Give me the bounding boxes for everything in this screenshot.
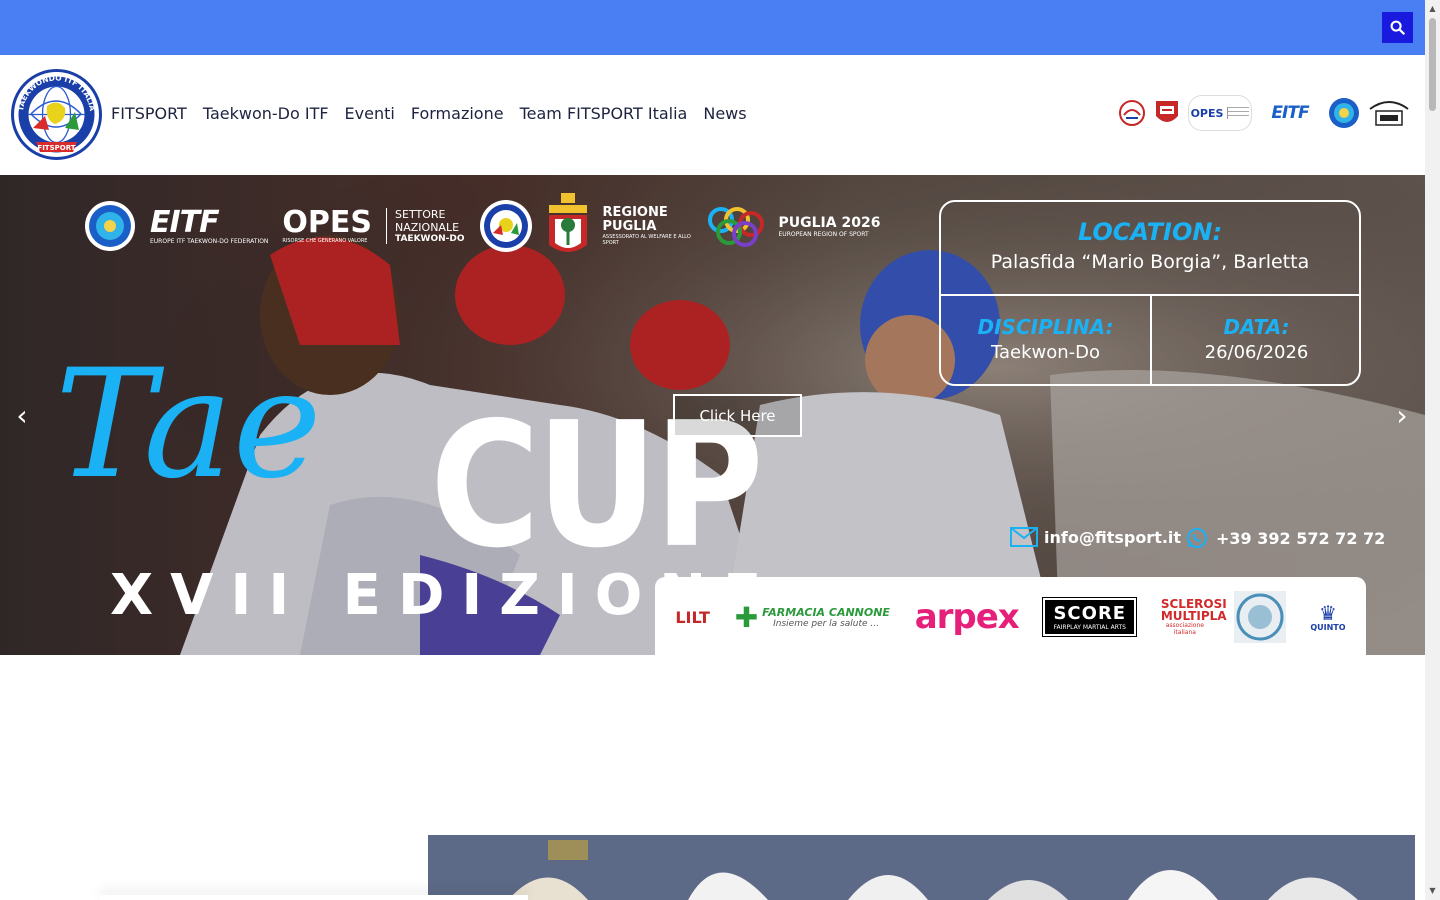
fitsport-small-logo bbox=[479, 200, 532, 252]
nav-item-formazione[interactable]: Formazione bbox=[411, 104, 504, 123]
sponsor-score-sub: FAIRPLAY MARTIAL ARTS bbox=[1053, 624, 1126, 631]
sponsor-score-label: SCORE bbox=[1053, 603, 1127, 624]
sponsor-quinto: ♛ QUINTO bbox=[1310, 603, 1345, 632]
sponsor-sclerosi-sub: associazione italiana bbox=[1165, 622, 1204, 636]
opes-logo: OPES RISORSE CHE GENERANO VALORE bbox=[282, 205, 373, 245]
sponsor-farmacia-label: FARMACIA CANNONE bbox=[762, 605, 890, 619]
chef-hat-icon: ♛ bbox=[1318, 600, 1337, 625]
partner-logo-opes[interactable]: OPES bbox=[1188, 95, 1252, 131]
opes-lines-icon bbox=[1227, 107, 1250, 119]
sponsor-quinto-label: QUINTO bbox=[1310, 622, 1346, 632]
settore-nazionale-logo: SETTORE NAZIONALE TAEKWON-DO bbox=[386, 208, 465, 244]
puglia-label: PUGLIA bbox=[602, 219, 657, 234]
carousel-prev-button[interactable]: ‹ bbox=[10, 397, 34, 433]
nazionale-label: NAZIONALE bbox=[395, 221, 460, 234]
sponsor-strip: LILT ✚ FARMACIA CANNONE Insieme per la s… bbox=[655, 577, 1366, 655]
carousel-next-button[interactable]: › bbox=[1390, 397, 1414, 433]
page: FITSPORT TAEKWONDO ITF ITALIA FITSPORT T… bbox=[0, 0, 1440, 900]
svg-text:FITSPORT: FITSPORT bbox=[37, 144, 75, 152]
info-divider-vertical bbox=[1150, 294, 1152, 386]
opes-label: OPES bbox=[282, 205, 373, 240]
sponsor-arpex-label: arpex bbox=[914, 597, 1020, 637]
partner-logo-itf[interactable] bbox=[1328, 95, 1360, 131]
eitf-label: EITF bbox=[150, 204, 220, 240]
regione-label: REGIONE bbox=[602, 204, 668, 220]
puglia-2026-logo: PUGLIA 2026 EUROPEAN REGION OF SPORT bbox=[779, 215, 881, 238]
eitf-text: EITF bbox=[1271, 103, 1309, 123]
content-card bbox=[100, 895, 528, 900]
sponsor-farmacia-cannone: ✚ FARMACIA CANNONE Insieme per la salute… bbox=[735, 601, 890, 634]
scroll-up-arrow-icon[interactable]: ▲ bbox=[1428, 4, 1437, 13]
sponsor-arpex: arpex bbox=[914, 597, 1020, 637]
nav-item-eventi[interactable]: Eventi bbox=[345, 104, 395, 123]
puglia-2026-rings-icon bbox=[707, 207, 764, 247]
partner-logo-eitf[interactable]: EITF bbox=[1260, 95, 1320, 131]
data-value: 26/06/2026 bbox=[1204, 342, 1309, 363]
hero-title-tae: Tae bbox=[55, 338, 322, 512]
search-button[interactable] bbox=[1382, 12, 1413, 43]
nav-item-news[interactable]: News bbox=[703, 104, 746, 123]
sponsor-farmacia-sub: Insieme per la salute ... bbox=[773, 618, 879, 629]
opes-text: OPES bbox=[1190, 106, 1224, 120]
eitf-sub-label: EUROPE ITF TAEKWON-DO FEDERATION bbox=[150, 237, 269, 245]
sponsor-round-badge-icon bbox=[1233, 591, 1286, 643]
nav-item-fitsport[interactable]: FITSPORT bbox=[111, 104, 187, 123]
main-nav: FITSPORT Taekwon-Do ITF Eventi Formazion… bbox=[111, 104, 763, 123]
section-photo bbox=[428, 835, 1415, 900]
sponsor-sclerosi-multipla: SCLEROSI MULTIPLA associazione italiana bbox=[1160, 597, 1227, 636]
settore-label: SETTORE bbox=[395, 208, 446, 221]
taekwondo-label: TAEKWON-DO bbox=[395, 234, 465, 244]
location-heading: LOCATION: bbox=[1077, 218, 1223, 246]
partner-logo-2[interactable] bbox=[1154, 95, 1180, 131]
opes-sub-label: RISORSE CHE GENERANO VALORE bbox=[282, 238, 368, 244]
whatsapp-icon bbox=[1187, 528, 1207, 548]
top-bar bbox=[0, 0, 1425, 55]
pharmacy-cross-icon: ✚ bbox=[734, 600, 759, 634]
nav-item-taekwon-do-itf[interactable]: Taekwon-Do ITF bbox=[203, 104, 329, 123]
search-icon bbox=[1390, 20, 1405, 35]
regione-puglia-crest-icon bbox=[548, 193, 587, 252]
puglia2026-sub-label: EUROPEAN REGION OF SPORT bbox=[778, 230, 869, 238]
partner-logos: OPES EITF bbox=[1118, 95, 1410, 131]
partner-logo-1[interactable] bbox=[1118, 95, 1146, 131]
organizer-logos: EITF EUROPE ITF TAEKWON-DO FEDERATION OP… bbox=[84, 193, 880, 259]
location-value: Palasfida “Mario Borgia”, Barletta bbox=[990, 251, 1310, 273]
nav-item-team-fitsport-italia[interactable]: Team FITSPORT Italia bbox=[520, 104, 688, 123]
itf-globe-logo bbox=[85, 201, 135, 251]
mail-icon bbox=[1010, 527, 1038, 547]
puglia2026-label: PUGLIA 2026 bbox=[778, 214, 881, 231]
event-info-box: LOCATION: Palasfida “Mario Borgia”, Barl… bbox=[939, 200, 1361, 386]
sponsor-lilt: LILT bbox=[675, 608, 710, 627]
page-scrollbar[interactable]: ▲ ▼ bbox=[1425, 0, 1440, 900]
site-header: FITSPORT TAEKWONDO ITF ITALIA FITSPORT T… bbox=[0, 55, 1425, 175]
partner-logo-federation[interactable] bbox=[1368, 95, 1410, 131]
scroll-down-arrow-icon[interactable]: ▼ bbox=[1428, 886, 1437, 895]
site-logo[interactable]: FITSPORT TAEKWONDO ITF ITALIA bbox=[11, 68, 102, 161]
eitf-logo: EITF EUROPE ITF TAEKWON-DO FEDERATION bbox=[150, 204, 269, 245]
sponsor-sclerosi-label: SCLEROSI MULTIPLA bbox=[1160, 597, 1227, 623]
regione-sub-label: ASSESSORATO AL WELFARE E ALLO SPORT bbox=[602, 234, 691, 247]
click-here-button[interactable]: Click Here bbox=[673, 394, 802, 437]
regione-puglia-logo: REGIONE PUGLIA ASSESSORATO AL WELFARE E … bbox=[602, 204, 693, 247]
hero-carousel: EITF EUROPE ITF TAEKWON-DO FEDERATION OP… bbox=[0, 175, 1425, 655]
sponsor-lilt-label: LILT bbox=[675, 607, 710, 627]
disciplina-value: Taekwon-Do bbox=[990, 342, 1101, 363]
scrollbar-thumb[interactable] bbox=[1429, 18, 1436, 111]
sponsor-score: SCORE FAIRPLAY MARTIAL ARTS bbox=[1042, 597, 1138, 637]
contact-email: info@fitsport.it bbox=[1010, 527, 1181, 547]
disciplina-heading: DISCIPLINA: bbox=[977, 315, 1114, 339]
contact-phone: +39 392 572 72 72 bbox=[1186, 527, 1385, 549]
contact-email-text: info@fitsport.it bbox=[1044, 527, 1182, 547]
contact-phone-text: +39 392 572 72 72 bbox=[1216, 528, 1386, 548]
data-heading: DATA: bbox=[1223, 315, 1290, 339]
